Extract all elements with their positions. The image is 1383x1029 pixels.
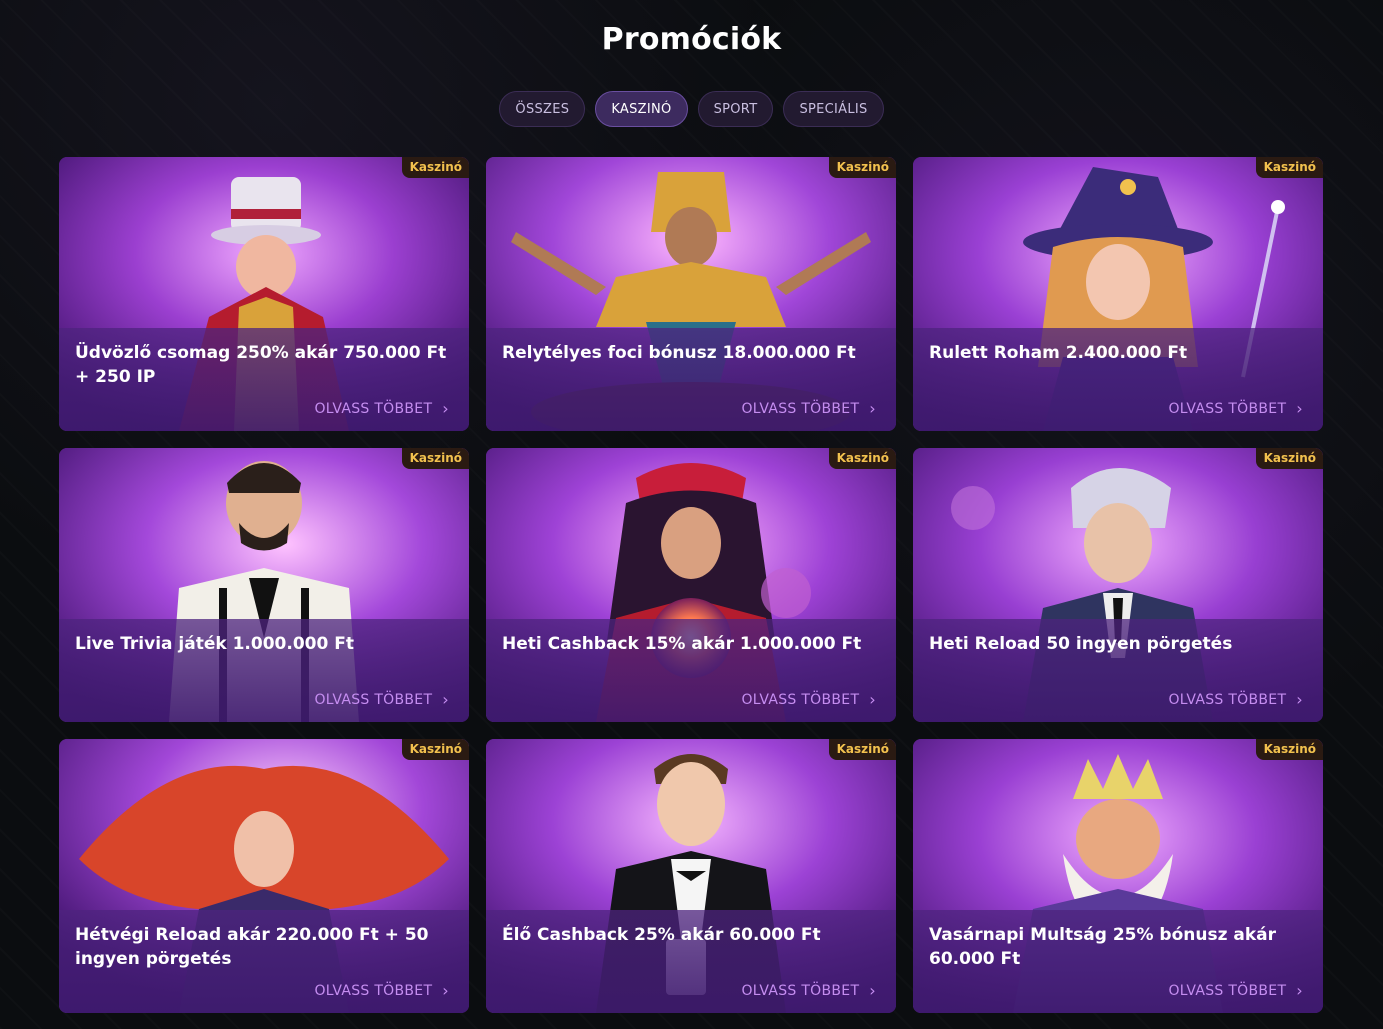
promo-title: Relytélyes foci bónusz 18.000.000 Ft (502, 343, 856, 363)
promo-title: Hétvégi Reload akár 220.000 Ft + 50 ingy… (75, 925, 429, 969)
promo-title: Heti Cashback 15% akár 1.000.000 Ft (502, 634, 862, 654)
filter-tabs: ÖSSZES KASZINÓ SPORT SPECIÁLIS (0, 91, 1383, 127)
chevron-right-icon: › (1296, 399, 1303, 418)
filter-tab-kaszino[interactable]: KASZINÓ (595, 91, 688, 127)
read-more-label: OLVASS TÖBBET (741, 983, 860, 999)
chevron-right-icon: › (1296, 690, 1303, 709)
category-badge: Kaszinó (828, 448, 896, 469)
category-badge: Kaszinó (1255, 448, 1323, 469)
read-more-label: OLVASS TÖBBET (741, 401, 860, 417)
read-more-label: OLVASS TÖBBET (314, 692, 433, 708)
promo-title: Üdvözlő csomag 250% akár 750.000 Ft + 25… (75, 343, 447, 387)
category-badge: Kaszinó (401, 448, 469, 469)
promo-card[interactable]: Kaszinó Üdvözlő csomag 250% akár 750.000… (59, 157, 469, 431)
category-badge: Kaszinó (401, 739, 469, 760)
read-more-link[interactable]: OLVASS TÖBBET › (314, 981, 449, 1000)
category-badge: Kaszinó (1255, 739, 1323, 760)
read-more-label: OLVASS TÖBBET (314, 401, 433, 417)
chevron-right-icon: › (869, 981, 876, 1000)
read-more-link[interactable]: OLVASS TÖBBET › (1168, 981, 1303, 1000)
read-more-link[interactable]: OLVASS TÖBBET › (1168, 690, 1303, 709)
chevron-right-icon: › (442, 399, 449, 418)
filter-tab-sport[interactable]: SPORT (697, 91, 774, 127)
read-more-link[interactable]: OLVASS TÖBBET › (741, 399, 876, 418)
read-more-link[interactable]: OLVASS TÖBBET › (741, 981, 876, 1000)
read-more-label: OLVASS TÖBBET (1168, 401, 1287, 417)
category-badge: Kaszinó (828, 157, 896, 178)
promo-card[interactable]: Kaszinó Live Trivia játék 1.000.000 Ft O… (59, 448, 469, 722)
read-more-link[interactable]: OLVASS TÖBBET › (1168, 399, 1303, 418)
category-badge: Kaszinó (401, 157, 469, 178)
promo-grid: Kaszinó Üdvözlő csomag 250% akár 750.000… (59, 157, 1323, 1013)
filter-tab-osszes[interactable]: ÖSSZES (499, 91, 586, 127)
read-more-label: OLVASS TÖBBET (741, 692, 860, 708)
read-more-label: OLVASS TÖBBET (1168, 983, 1287, 999)
promo-card[interactable]: Kaszinó Vasárnapi Multság 25% bónusz aká… (913, 739, 1323, 1013)
read-more-link[interactable]: OLVASS TÖBBET › (314, 399, 449, 418)
page-title: Promóciók (601, 22, 782, 57)
read-more-label: OLVASS TÖBBET (1168, 692, 1287, 708)
promo-card[interactable]: Kaszinó Élő Cashback 25% akár 60.000 Ft … (486, 739, 896, 1013)
read-more-link[interactable]: OLVASS TÖBBET › (741, 690, 876, 709)
category-badge: Kaszinó (828, 739, 896, 760)
promo-title: Live Trivia játék 1.000.000 Ft (75, 634, 354, 654)
promo-card[interactable]: Kaszinó Hétvégi Reload akár 220.000 Ft +… (59, 739, 469, 1013)
read-more-label: OLVASS TÖBBET (314, 983, 433, 999)
promo-card[interactable]: Kaszinó Relytélyes foci bónusz 18.000.00… (486, 157, 896, 431)
chevron-right-icon: › (869, 399, 876, 418)
chevron-right-icon: › (442, 690, 449, 709)
promo-title: Rulett Roham 2.400.000 Ft (929, 343, 1188, 363)
promo-title: Élő Cashback 25% akár 60.000 Ft (502, 925, 821, 945)
chevron-right-icon: › (1296, 981, 1303, 1000)
promo-card[interactable]: Kaszinó Heti Reload 50 ingyen pörgetés O… (913, 448, 1323, 722)
promo-card[interactable]: Kaszinó Rulett Roham 2.400.000 Ft OLVASS… (913, 157, 1323, 431)
chevron-right-icon: › (869, 690, 876, 709)
read-more-link[interactable]: OLVASS TÖBBET › (314, 690, 449, 709)
promo-title: Heti Reload 50 ingyen pörgetés (929, 634, 1233, 654)
promo-title: Vasárnapi Multság 25% bónusz akár 60.000… (929, 925, 1277, 969)
promo-card[interactable]: Kaszinó Heti Cashback 15% akár 1.000.000… (486, 448, 896, 722)
chevron-right-icon: › (442, 981, 449, 1000)
category-badge: Kaszinó (1255, 157, 1323, 178)
filter-tab-specialis[interactable]: SPECIÁLIS (783, 91, 884, 127)
